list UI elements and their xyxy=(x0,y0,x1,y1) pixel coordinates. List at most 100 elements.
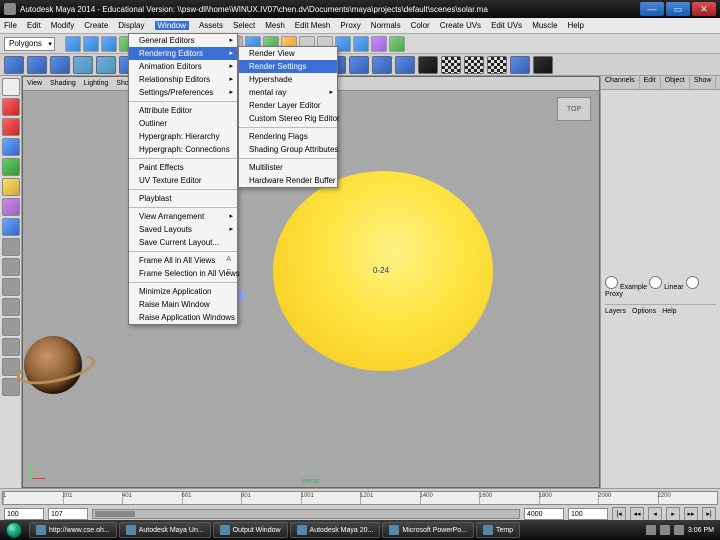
taskbar-item[interactable]: Output Window xyxy=(213,522,288,538)
camera-badge[interactable]: TOP xyxy=(557,97,591,121)
menu-item[interactable]: Multilister xyxy=(239,158,337,174)
menu-window[interactable]: Window xyxy=(155,21,189,30)
shelf-icon[interactable] xyxy=(4,56,24,74)
tray-icon[interactable] xyxy=(646,525,656,535)
menu-item[interactable]: mental ray▸ xyxy=(239,86,337,99)
menu-item[interactable]: Raise Main Window xyxy=(129,298,237,311)
range-end2-field[interactable] xyxy=(568,508,608,520)
start-button[interactable] xyxy=(0,520,28,540)
rotate-tool-icon[interactable] xyxy=(2,158,20,176)
menu-createuvs[interactable]: Create UVs xyxy=(440,21,481,30)
menu-item[interactable]: Hypershade xyxy=(239,73,337,86)
menu-item[interactable]: Saved Layouts▸ xyxy=(129,223,237,236)
shelf-icon[interactable] xyxy=(510,56,530,74)
taskbar-item[interactable]: http://www.cse.oh... xyxy=(29,522,117,538)
radio-linear[interactable] xyxy=(649,276,662,289)
vp-shading[interactable]: Shading xyxy=(50,80,76,87)
step-fwd-icon[interactable]: ▸▸ xyxy=(684,507,698,521)
radio-proxy[interactable] xyxy=(686,276,699,289)
lasso-tool-icon[interactable] xyxy=(2,98,20,116)
radio-example[interactable] xyxy=(605,276,618,289)
menu-item[interactable]: Custom Stereo Rig Editor xyxy=(239,112,337,125)
tab-channels[interactable]: Channels xyxy=(601,76,640,89)
menu-help[interactable]: Help xyxy=(568,21,584,30)
menu-item[interactable]: Rendering Flags xyxy=(239,127,337,143)
menu-item[interactable]: Outliner xyxy=(129,117,237,130)
mode-selector[interactable]: Polygons xyxy=(4,37,55,51)
tool-icon[interactable] xyxy=(2,238,20,256)
shelf-icon[interactable] xyxy=(395,56,415,74)
shelf-icon[interactable] xyxy=(50,56,70,74)
menu-item[interactable]: Animation Editors▸ xyxy=(129,60,237,73)
shelf-icon[interactable] xyxy=(349,56,369,74)
range-slider-thumb[interactable] xyxy=(95,511,135,517)
layout-icon[interactable] xyxy=(2,298,20,316)
menu-item[interactable]: Settings/Preferences▸ xyxy=(129,86,237,99)
tool-icon[interactable] xyxy=(353,36,369,52)
shelf-icon[interactable] xyxy=(418,56,438,74)
menu-mesh[interactable]: Mesh xyxy=(265,21,285,30)
menu-normals[interactable]: Normals xyxy=(371,21,401,30)
time-slider[interactable]: 1201401601801100112011400160018002000220… xyxy=(0,488,720,506)
menu-item[interactable]: Hardware Render Buffer xyxy=(239,174,337,187)
select-tool-icon[interactable] xyxy=(2,78,20,96)
menu-item[interactable]: Save Current Layout... xyxy=(129,236,237,249)
taskbar-item[interactable]: Temp xyxy=(476,522,520,538)
layers-label[interactable]: Layers xyxy=(605,308,626,315)
tool-icon[interactable] xyxy=(2,258,20,276)
menu-item[interactable]: View Arrangement▸ xyxy=(129,207,237,223)
help-label[interactable]: Help xyxy=(662,308,676,315)
scale-tool-icon[interactable] xyxy=(2,178,20,196)
menu-editmesh[interactable]: Edit Mesh xyxy=(295,21,331,30)
tray-icon[interactable] xyxy=(660,525,670,535)
play-start-icon[interactable]: |◂ xyxy=(612,507,626,521)
close-button[interactable]: ✕ xyxy=(692,2,716,16)
soft-tool-icon[interactable] xyxy=(2,218,20,236)
shelf-icon[interactable] xyxy=(372,56,392,74)
shelf-icon[interactable] xyxy=(464,56,484,74)
menu-item[interactable]: Playblast xyxy=(129,189,237,205)
range-end-field[interactable] xyxy=(524,508,564,520)
menu-item[interactable]: Frame All in All ViewsA xyxy=(129,251,237,267)
play-end-icon[interactable]: ▸| xyxy=(702,507,716,521)
menu-item[interactable]: Shading Group Attributes xyxy=(239,143,337,156)
range-start-field[interactable] xyxy=(4,508,44,520)
menu-file[interactable]: File xyxy=(4,21,17,30)
tab-object[interactable]: Object xyxy=(661,76,690,89)
maximize-button[interactable]: ▭ xyxy=(666,2,690,16)
timeline-ruler[interactable]: 1201401601801100112011400160018002000220… xyxy=(2,491,718,505)
menu-item[interactable]: Frame Selection in All ViewsF xyxy=(129,267,237,280)
menu-item[interactable]: Hypergraph: Hierarchy xyxy=(129,130,237,143)
menu-item[interactable]: Relationship Editors▸ xyxy=(129,73,237,86)
shelf-icon[interactable] xyxy=(27,56,47,74)
options-label[interactable]: Options xyxy=(632,308,656,315)
menu-edituvs[interactable]: Edit UVs xyxy=(491,21,522,30)
shelf-icon[interactable] xyxy=(441,56,461,74)
menu-display[interactable]: Display xyxy=(118,21,144,30)
clock[interactable]: 3:06 PM xyxy=(688,527,714,534)
layout-icon[interactable] xyxy=(2,338,20,356)
menu-item[interactable]: Render Settings xyxy=(239,60,337,73)
taskbar-item[interactable]: Microsoft PowerPo... xyxy=(382,522,474,538)
menu-item[interactable]: Attribute Editor xyxy=(129,101,237,117)
play-fwd-icon[interactable]: ▸ xyxy=(666,507,680,521)
taskbar-item[interactable]: Autodesk Maya 20... xyxy=(290,522,381,538)
planet-sphere[interactable] xyxy=(24,336,82,394)
minimize-button[interactable]: — xyxy=(640,2,664,16)
menu-item[interactable]: Raise Application Windows xyxy=(129,311,237,324)
range-slider-track[interactable] xyxy=(92,509,520,519)
shelf-icon[interactable] xyxy=(487,56,507,74)
vp-lighting[interactable]: Lighting xyxy=(84,80,109,87)
menu-edit[interactable]: Edit xyxy=(27,21,41,30)
menu-item[interactable]: Render View xyxy=(239,47,337,60)
menu-item[interactable]: UV Texture Editor xyxy=(129,174,237,187)
tab-show[interactable]: Show xyxy=(690,76,717,89)
layout-icon[interactable] xyxy=(2,378,20,396)
menu-create[interactable]: Create xyxy=(84,21,108,30)
menu-proxy[interactable]: Proxy xyxy=(340,21,360,30)
menu-modify[interactable]: Modify xyxy=(51,21,75,30)
menu-muscle[interactable]: Muscle xyxy=(532,21,557,30)
menu-color[interactable]: Color xyxy=(411,21,430,30)
shelf-icon[interactable] xyxy=(73,56,93,74)
menu-item[interactable]: Hypergraph: Connections xyxy=(129,143,237,156)
